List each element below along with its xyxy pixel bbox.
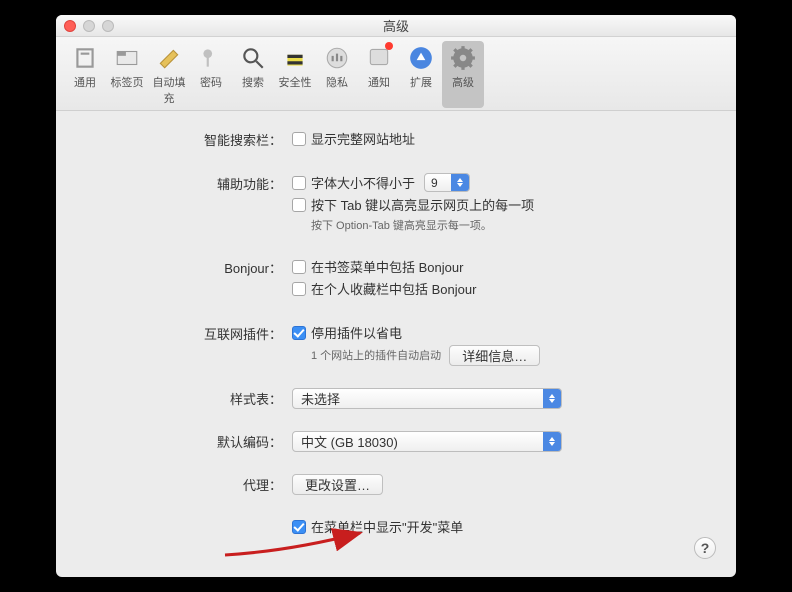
search-icon: [238, 43, 268, 73]
tab-search[interactable]: 搜索: [232, 41, 274, 108]
button-proxy-settings[interactable]: 更改设置…: [292, 474, 383, 495]
label-proxy: 代理：: [82, 474, 292, 494]
chevron-updown-icon: [543, 389, 561, 408]
prefs-toolbar: 通用 标签页 自动填充 密码 搜索: [56, 37, 736, 111]
checkbox-label: 在菜单栏中显示"开发"菜单: [311, 517, 463, 536]
security-icon: [280, 43, 310, 73]
checkbox-stop-plugins[interactable]: [292, 326, 306, 340]
select-stylesheet[interactable]: 未选择: [292, 388, 562, 409]
label-plugins: 互联网插件：: [82, 323, 292, 343]
button-plugin-details[interactable]: 详细信息…: [449, 345, 540, 366]
checkbox-label: 停用插件以省电: [311, 323, 402, 342]
label-stylesheet: 样式表：: [82, 388, 292, 408]
plugin-autostart-count: 1 个网站上的插件自动启动: [311, 347, 441, 363]
checkbox-bonjour-favorites[interactable]: [292, 282, 306, 296]
checkbox-min-font[interactable]: [292, 176, 306, 190]
notifications-icon: [364, 43, 394, 73]
tabs-icon: [112, 43, 142, 73]
checkbox-label: 在个人收藏栏中包括 Bonjour: [311, 279, 476, 298]
tab-notifications[interactable]: 通知: [358, 41, 400, 108]
checkbox-bonjour-bookmarks[interactable]: [292, 260, 306, 274]
select-min-font-size[interactable]: 9: [424, 173, 470, 192]
stepper-icon: [451, 174, 469, 191]
tab-advanced[interactable]: 高级: [442, 41, 484, 108]
label-accessibility: 辅助功能：: [82, 173, 292, 193]
gear-icon: [448, 43, 478, 73]
help-button[interactable]: ?: [694, 537, 716, 559]
tab-tabs[interactable]: 标签页: [106, 41, 148, 108]
window-title: 高级: [56, 16, 736, 35]
checkbox-label: 显示完整网站地址: [311, 129, 415, 148]
key-icon: [196, 43, 226, 73]
label-bonjour: Bonjour：: [82, 257, 292, 277]
general-icon: [70, 43, 100, 73]
hint-option-tab: 按下 Option-Tab 键高亮显示每一项。: [292, 217, 710, 233]
chevron-updown-icon: [543, 432, 561, 451]
checkbox-label: 按下 Tab 键以高亮显示网页上的每一项: [311, 195, 534, 214]
tab-extensions[interactable]: 扩展: [400, 41, 442, 108]
tab-privacy[interactable]: 隐私: [316, 41, 358, 108]
select-encoding[interactable]: 中文 (GB 18030): [292, 431, 562, 452]
checkbox-tab-highlight[interactable]: [292, 198, 306, 212]
checkbox-show-full-url[interactable]: [292, 132, 306, 146]
label-smart-search: 智能搜索栏：: [82, 129, 292, 149]
label-encoding: 默认编码：: [82, 431, 292, 451]
tab-passwords[interactable]: 密码: [190, 41, 232, 108]
tab-security[interactable]: 安全性: [274, 41, 316, 108]
tab-autofill[interactable]: 自动填充: [148, 41, 190, 108]
window-body: 智能搜索栏： 显示完整网站地址 辅助功能： 字体大小不得小于 9: [56, 111, 736, 577]
privacy-icon: [322, 43, 352, 73]
notification-badge: [385, 42, 393, 50]
checkbox-show-develop-menu[interactable]: [292, 520, 306, 534]
extensions-icon: [406, 43, 436, 73]
tab-general[interactable]: 通用: [64, 41, 106, 108]
titlebar: 高级: [56, 15, 736, 37]
checkbox-label: 字体大小不得小于: [311, 173, 415, 192]
autofill-icon: [154, 43, 184, 73]
checkbox-label: 在书签菜单中包括 Bonjour: [311, 257, 463, 276]
preferences-window: 高级 通用 标签页 自动填充 密码: [56, 15, 736, 577]
